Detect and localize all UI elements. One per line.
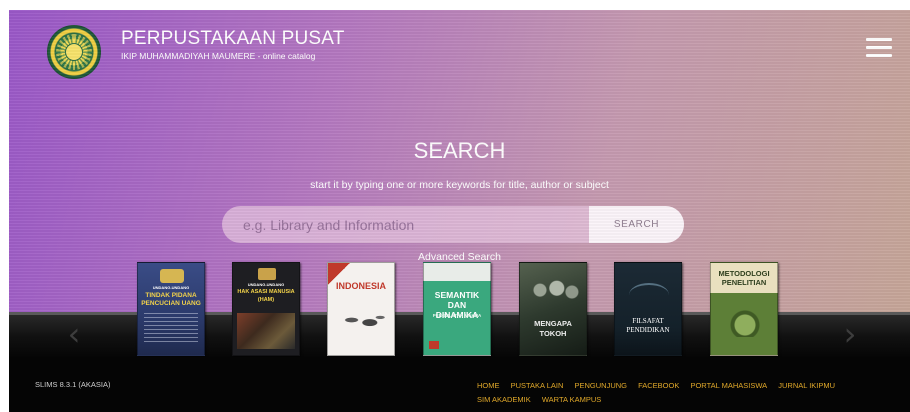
- page: PERPUSTAKAAN PUSAT IKIP MUHAMMADIYAH MAU…: [0, 0, 910, 412]
- map-silhouette: [336, 307, 388, 333]
- chevron-right-icon[interactable]: ›: [838, 316, 862, 352]
- menu-bar: [866, 38, 892, 41]
- university-logo[interactable]: [47, 25, 101, 79]
- publisher-mark: [429, 341, 439, 349]
- cover-graphic: [721, 307, 769, 337]
- book-title: INDONESIA: [335, 281, 386, 291]
- footer-link-pengunjung[interactable]: PENGUNJUNG: [574, 381, 627, 390]
- logo-core: [65, 43, 83, 61]
- site-footer: SLIMS 8.3.1 (AKASIA) HOME PUSTAKA LAIN P…: [9, 357, 910, 412]
- footer-links: HOME PUSTAKA LAIN PENGUNJUNG FACEBOOK PO…: [477, 379, 867, 407]
- search-form: SEARCH: [222, 206, 684, 243]
- search-input[interactable]: [222, 206, 588, 243]
- search-button[interactable]: SEARCH: [589, 206, 684, 243]
- book-cover[interactable]: INDONESIA: [327, 262, 395, 356]
- book-cover[interactable]: METODOLOGI PENELITIAN: [710, 262, 778, 356]
- footer-link-jurnal-ikipmu[interactable]: JURNAL IKIPMU: [778, 381, 835, 390]
- menu-bar: [866, 46, 892, 49]
- book-title: HAK ASASI MANUSIA (HAM): [237, 289, 295, 303]
- book-title: TINDAK PIDANA PENCUCIAN UANG: [141, 292, 201, 307]
- book-cover[interactable]: MENGAPA TOKOH: [519, 262, 587, 356]
- footer-link-sim-akademik[interactable]: SIM AKADEMIK: [477, 395, 531, 404]
- cover-graphic: [629, 283, 669, 307]
- book-subtitle: UNDANG-UNDANG: [152, 285, 190, 290]
- footer-link-pustaka-lain[interactable]: PUSTAKA LAIN: [511, 381, 564, 390]
- search-description: start it by typing one or more keywords …: [310, 179, 609, 191]
- footer-link-facebook[interactable]: FACEBOOK: [638, 381, 679, 390]
- book-subtitle: PERGULATAN MAKNA: [432, 313, 482, 318]
- book-cover[interactable]: SEMANTIK DAN DINAMIKA PERGULATAN MAKNA: [423, 262, 491, 356]
- book-photo: [526, 273, 582, 311]
- slims-version: SLIMS 8.3.1 (AKASIA): [35, 380, 111, 389]
- book-subtitle: UNDANG-UNDANG: [247, 282, 285, 287]
- hamburger-menu-icon[interactable]: [866, 38, 892, 58]
- book-cover[interactable]: UNDANG-UNDANG HAK ASASI MANUSIA (HAM): [232, 262, 300, 356]
- book-title: FILSAFAT PENDIDIKAN: [626, 317, 670, 334]
- site-title[interactable]: PERPUSTAKAAN PUSAT: [121, 28, 345, 50]
- footer-link-portal-mahasiswa[interactable]: PORTAL MAHASISWA: [690, 381, 767, 390]
- chevron-left-icon[interactable]: ‹: [62, 316, 86, 352]
- footer-link-warta-kampus[interactable]: WARTA KAMPUS: [542, 395, 601, 404]
- book-cover[interactable]: FILSAFAT PENDIDIKAN: [614, 262, 682, 356]
- search-heading: SEARCH: [413, 138, 506, 163]
- menu-bar: [866, 54, 892, 57]
- book-text-block: [144, 313, 198, 343]
- book-title: MENGAPA TOKOH: [534, 319, 572, 338]
- book-title: METODOLOGI PENELITIAN: [718, 269, 770, 287]
- garuda-emblem: [258, 268, 276, 280]
- book-photo: [237, 313, 295, 349]
- footer-link-home[interactable]: HOME: [477, 381, 500, 390]
- site-subtitle: IKIP MUHAMMADIYAH MAUMERE - online catal…: [121, 51, 316, 61]
- book-cover[interactable]: UNDANG-UNDANG TINDAK PIDANA PENCUCIAN UA…: [137, 262, 205, 356]
- garuda-emblem: [160, 269, 184, 283]
